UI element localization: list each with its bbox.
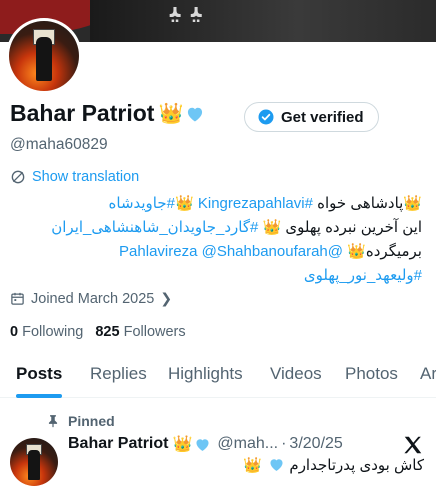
post-text-crown: 👑 — [243, 457, 263, 474]
followers-label: Followers — [123, 324, 186, 340]
hashtag-crown-prince[interactable]: #ولیعهد_نور_پهلوی — [304, 267, 422, 284]
pin-icon — [48, 415, 58, 428]
tab-replies[interactable]: Replies — [90, 364, 147, 384]
get-verified-label: Get verified — [281, 108, 364, 126]
bio-text-2: این آخرین نبرده پهلوی — [285, 219, 422, 236]
bio-line-2: این آخرین نبرده پهلوی 👑 #گارد_جاویدان_شا… — [2, 216, 422, 240]
post-text: کاش بودی پدرتاجدارم 👑 — [243, 456, 424, 474]
bio-line-3: برمیگرده👑 @Pahlavireza @Shahbanoufarah — [2, 240, 422, 264]
x-logo-icon — [404, 436, 422, 454]
profile-name-row: Bahar Patriot 👑 — [10, 100, 205, 127]
hashtag-guard[interactable]: #گارد_جاویدان_شاهنشاهی_ایران — [51, 219, 258, 236]
pinned-label: Pinned — [68, 413, 115, 429]
banner-script-text: ﯿ ﯿ — [170, 0, 202, 26]
light-blue-heart-icon — [188, 107, 203, 121]
profile-tabs: Posts Replies Highlights Videos Photos A… — [0, 352, 436, 398]
following-link[interactable]: 0 Following — [10, 324, 83, 340]
banner-flag-dark — [90, 0, 436, 42]
crown-emoji: 👑 — [172, 436, 193, 453]
hashtag-javidshah[interactable]: #جاویدشاه — [109, 195, 175, 212]
post-date[interactable]: 3/20/25 — [289, 435, 342, 453]
tab-posts[interactable]: Posts — [16, 364, 62, 384]
follow-counts: 0 Following 825 Followers — [10, 324, 186, 340]
tab-articles[interactable]: Ar — [420, 364, 436, 384]
light-blue-heart-icon — [196, 438, 209, 451]
profile-bio: 👑پادشاهی خواه #Kingrezapahlavi 👑#جاویدشا… — [2, 192, 422, 288]
following-label: Following — [22, 324, 84, 340]
post-author-name[interactable]: Bahar Patriot — [68, 435, 168, 453]
light-blue-heart-icon — [270, 459, 283, 471]
bio-crown: 👑 — [262, 219, 282, 236]
post-author-handle[interactable]: @mah... — [217, 435, 278, 453]
bio-line-4: #ولیعهد_نور_پهلوی — [2, 264, 422, 288]
translate-globe-icon — [11, 170, 25, 184]
avatar-image — [9, 21, 79, 91]
followers-link[interactable]: 825 Followers — [95, 324, 185, 340]
post-text-body: کاش بودی پدرتاجدارم — [289, 457, 424, 474]
display-name: Bahar Patriot — [10, 100, 155, 126]
bio-text-1: پادشاهی خواه — [312, 195, 404, 212]
pinned-indicator: Pinned — [46, 413, 115, 429]
profile-avatar[interactable] — [6, 18, 82, 94]
joined-date[interactable]: Joined March 2025 ❯ — [10, 290, 172, 307]
joined-label: Joined March 2025 — [31, 290, 155, 307]
bio-crown: 👑 — [175, 195, 194, 212]
tab-photos[interactable]: Photos — [345, 364, 398, 384]
active-tab-indicator — [16, 394, 62, 398]
crown-emoji: 👑 — [158, 103, 184, 125]
show-translation-link[interactable]: Show translation — [10, 169, 139, 185]
post-avatar[interactable] — [10, 438, 58, 486]
post-header: Bahar Patriot 👑 @mah... · 3/20/25 — [68, 434, 343, 454]
calendar-icon — [11, 292, 24, 305]
bio-crown: 👑 — [403, 195, 422, 212]
show-translation-label: Show translation — [32, 169, 140, 185]
post-avatar-person — [28, 450, 40, 480]
get-verified-button[interactable]: Get verified — [244, 102, 379, 132]
chevron-right-icon: ❯ — [160, 290, 173, 306]
bio-line-1: 👑پادشاهی خواه #Kingrezapahlavi 👑#جاویدشا… — [2, 192, 422, 216]
verified-badge-icon — [258, 109, 274, 125]
tab-highlights[interactable]: Highlights — [168, 364, 243, 384]
hashtag-kingrezapahlavi[interactable]: #Kingrezapahlavi — [198, 195, 313, 212]
avatar-person — [36, 37, 52, 81]
post-meta-dot: · — [281, 435, 287, 452]
mention-shahbanoufarah[interactable]: @Shahbanoufarah — [202, 243, 328, 260]
bio-text-3: برمیگرده — [365, 243, 422, 260]
tab-videos[interactable]: Videos — [270, 364, 322, 384]
followers-count: 825 — [95, 324, 120, 340]
profile-handle: @maha60829 — [10, 136, 108, 153]
following-count: 0 — [10, 324, 19, 340]
bio-crown: 👑 — [347, 243, 366, 260]
